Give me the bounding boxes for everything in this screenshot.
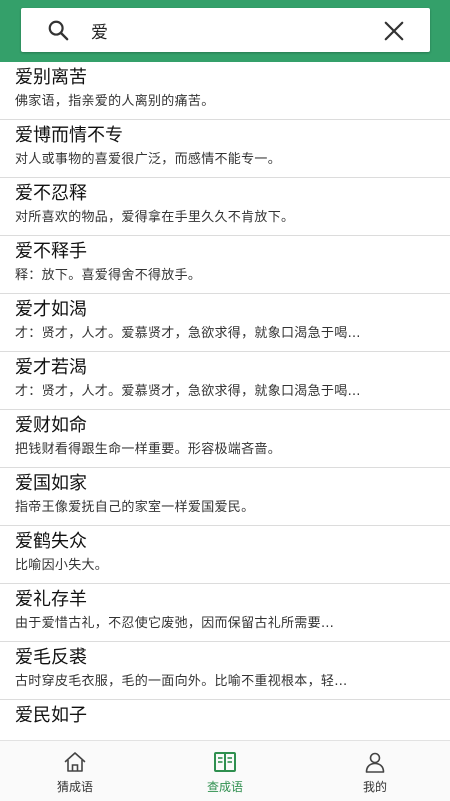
tab-profile[interactable]: 我的 — [300, 741, 450, 801]
list-item[interactable]: 爱博而情不专 对人或事物的喜爱很广泛，而感情不能专一。 — [0, 120, 450, 178]
list-item[interactable]: 爱别离苦 佛家语，指亲爱的人离别的痛苦。 — [0, 62, 450, 120]
list-item[interactable]: 爱不忍释 对所喜欢的物品，爱得拿在手里久久不肯放下。 — [0, 178, 450, 236]
idiom-description: 对人或事物的喜爱很广泛，而感情不能专一。 — [15, 152, 282, 167]
search-icon[interactable] — [47, 19, 69, 41]
tab-search-idiom[interactable]: 查成语 — [150, 741, 300, 801]
idiom-description: 指帝王像爱抚自己的家室一样爱国爱民。 — [15, 500, 255, 515]
idiom-description: 佛家语，指亲爱的人离别的痛苦。 — [15, 94, 215, 109]
idiom-title: 爱才若渴 — [15, 357, 87, 378]
idiom-description: 才：贤才，人才。爱慕贤才，急欲求得，就象口渴急于喝… — [15, 326, 361, 341]
idiom-description: 对所喜欢的物品，爱得拿在手里久久不肯放下。 — [15, 210, 295, 225]
tab-label: 查成语 — [206, 780, 243, 794]
idiom-title: 爱财如命 — [15, 415, 87, 436]
list-item[interactable]: 爱毛反裘 古时穿皮毛衣服，毛的一面向外。比喻不重视根本，轻… — [0, 642, 450, 700]
idiom-title: 爱国如家 — [15, 473, 87, 494]
list-item[interactable]: 爱国如家 指帝王像爱抚自己的家室一样爱国爱民。 — [0, 468, 450, 526]
user-icon — [365, 752, 385, 773]
idiom-title: 爱民如子 — [15, 705, 87, 726]
bottom-nav: 猜成语 查成语 我的 — [0, 740, 450, 801]
tab-label: 我的 — [362, 780, 387, 794]
idiom-title: 爱不忍释 — [15, 183, 87, 204]
idiom-title: 爱鹤失众 — [15, 531, 87, 552]
tab-label: 猜成语 — [56, 780, 93, 794]
idiom-title: 爱毛反裘 — [15, 647, 87, 668]
idiom-title: 爱礼存羊 — [15, 589, 87, 610]
idiom-description: 才：贤才，人才。爱慕贤才，急欲求得，就象口渴急于喝… — [15, 384, 361, 399]
header-bar — [0, 0, 450, 62]
tab-guess-idiom[interactable]: 猜成语 — [0, 741, 150, 801]
idiom-title: 爱博而情不专 — [15, 125, 123, 146]
list-item[interactable]: 爱民如子 — [0, 700, 450, 740]
search-box[interactable] — [21, 8, 430, 52]
idiom-description: 释：放下。喜爱得舍不得放手。 — [15, 268, 202, 283]
list-item[interactable]: 爱不释手 释：放下。喜爱得舍不得放手。 — [0, 236, 450, 294]
close-icon[interactable] — [383, 20, 405, 42]
idiom-description: 古时穿皮毛衣服，毛的一面向外。比喻不重视根本，轻… — [15, 674, 348, 689]
idiom-description: 比喻因小失大。 — [15, 558, 109, 573]
idiom-title: 爱别离苦 — [15, 67, 87, 88]
idiom-title: 爱才如渴 — [15, 299, 87, 320]
search-input[interactable] — [91, 18, 371, 42]
list-item[interactable]: 爱礼存羊 由于爱惜古礼，不忍使它废弛，因而保留古礼所需要… — [0, 584, 450, 642]
book-icon — [214, 752, 236, 772]
list-item[interactable]: 爱鹤失众 比喻因小失大。 — [0, 526, 450, 584]
idiom-result-list[interactable]: 爱别离苦 佛家语，指亲爱的人离别的痛苦。 爱博而情不专 对人或事物的喜爱很广泛，… — [0, 62, 450, 740]
list-item[interactable]: 爱才若渴 才：贤才，人才。爱慕贤才，急欲求得，就象口渴急于喝… — [0, 352, 450, 410]
list-item[interactable]: 爱财如命 把钱财看得跟生命一样重要。形容极端吝啬。 — [0, 410, 450, 468]
list-item[interactable]: 爱才如渴 才：贤才，人才。爱慕贤才，急欲求得，就象口渴急于喝… — [0, 294, 450, 352]
idiom-description: 把钱财看得跟生命一样重要。形容极端吝啬。 — [15, 442, 282, 457]
idiom-title: 爱不释手 — [15, 241, 87, 262]
idiom-description: 由于爱惜古礼，不忍使它废弛，因而保留古礼所需要… — [15, 616, 335, 631]
home-icon — [64, 752, 86, 772]
